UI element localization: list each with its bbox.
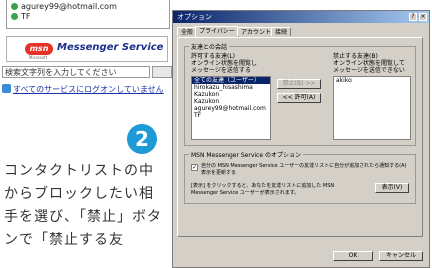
notify-checkbox-label: 自分の MSN Messenger Service ユーザーの友達リストに自分が… — [201, 163, 407, 169]
messenger-main-window: agurey99@hotmail.com TF msn Messenger Se… — [0, 0, 172, 110]
close-icon[interactable]: × — [419, 13, 427, 21]
contact-item[interactable]: agurey99@hotmail.com — [11, 2, 117, 11]
msn-logo: msn — [25, 43, 53, 55]
contact-status-icon — [11, 3, 18, 10]
contact-list: agurey99@hotmail.com TF — [6, 0, 170, 29]
friends-group-label: 友達との会話 — [189, 42, 229, 51]
step-instruction-text: コンタクトリストの中からブロックしたい相手を選び、「禁止」ボタンで「禁止する友 — [4, 163, 162, 248]
privacy-panel: 友達との会話 許可する友達(L) オンライン状態を閲覧し メッセージを送信する … — [177, 37, 423, 237]
signin-link[interactable]: すべてのサービスにログオンしていません — [2, 84, 164, 95]
show-button[interactable]: 表示(V) — [375, 183, 409, 193]
show-text-2: Messenger Service ユーザーが表示されます。 — [191, 190, 300, 196]
tab-general[interactable]: 全般 — [177, 27, 198, 36]
allow-list[interactable]: 全ての友達（ユーザー） hirokazu_hisashima Kazukon K… — [191, 76, 271, 140]
banner-title: Messenger Service — [57, 42, 164, 53]
search-input[interactable]: 検索文字列を入力してください — [2, 66, 150, 78]
list-item[interactable]: akiko — [334, 77, 410, 84]
list-item[interactable]: TF — [192, 112, 270, 119]
help-icon[interactable]: ? — [409, 13, 417, 21]
tab-connection[interactable]: 接続 — [271, 27, 292, 36]
allow-button[interactable]: << 許可(A) — [277, 93, 321, 103]
contact-name: agurey99@hotmail.com — [21, 2, 117, 11]
friends-group: 友達との会話 許可する友達(L) オンライン状態を閲覧し メッセージを送信する … — [184, 42, 416, 146]
step-number-badge: 2 — [127, 124, 157, 154]
messenger-options-group: MSN Messenger Service のオプション ✓ 自分の MSN M… — [184, 150, 416, 204]
list-item[interactable]: agurey99@hotmail.com — [192, 105, 270, 112]
list-item[interactable]: Kazukon — [192, 98, 270, 105]
options-dialog: オプション ? × 全般 プライバシー アカウント 接続 友達との会話 許可する… — [172, 10, 430, 268]
block-desc-2: メッセージを送信できない — [333, 67, 405, 74]
show-text-1: [表示] をクリックすると、あなたを友達リストに追加した MSN — [191, 183, 335, 189]
dialog-titlebar[interactable]: オプション ? × — [173, 11, 429, 23]
block-list[interactable]: akiko — [333, 76, 411, 140]
block-desc-1: オンライン状態を閲覧して — [333, 60, 405, 67]
allow-header: 許可する友達(L) — [191, 53, 236, 60]
ok-button[interactable]: OK — [333, 251, 373, 261]
banner-subtext: Microsoft — [29, 55, 48, 60]
notify-checkbox-label-2: 表示を更新する — [201, 170, 237, 176]
block-button[interactable]: 禁止(B) >> — [277, 79, 321, 89]
options-group-label: MSN Messenger Service のオプション — [189, 150, 303, 159]
contact-name: TF — [21, 12, 31, 21]
block-header: 禁止する友達(B) — [333, 53, 378, 60]
tab-privacy[interactable]: プライバシー — [195, 26, 239, 37]
services-icon — [2, 84, 11, 93]
tab-account[interactable]: アカウント — [237, 27, 276, 36]
signin-link-label: すべてのサービスにログオンしていません — [13, 85, 164, 94]
notify-checkbox[interactable]: ✓ — [191, 164, 198, 171]
list-item[interactable]: Kazukon — [192, 91, 270, 98]
dialog-title: オプション — [177, 13, 212, 21]
contact-status-icon — [11, 13, 18, 20]
msn-banner[interactable]: msn Messenger Service Microsoft — [6, 36, 168, 62]
list-item[interactable]: 全ての友達（ユーザー） — [192, 77, 270, 84]
search-button[interactable] — [152, 66, 172, 78]
allow-desc-1: オンライン状態を閲覧し — [191, 60, 258, 67]
cancel-button[interactable]: キャンセル — [379, 251, 423, 261]
allow-desc-2: メッセージを送信する — [191, 67, 251, 74]
contact-item[interactable]: TF — [11, 12, 31, 21]
list-item[interactable]: hirokazu_hisashima — [192, 84, 270, 91]
